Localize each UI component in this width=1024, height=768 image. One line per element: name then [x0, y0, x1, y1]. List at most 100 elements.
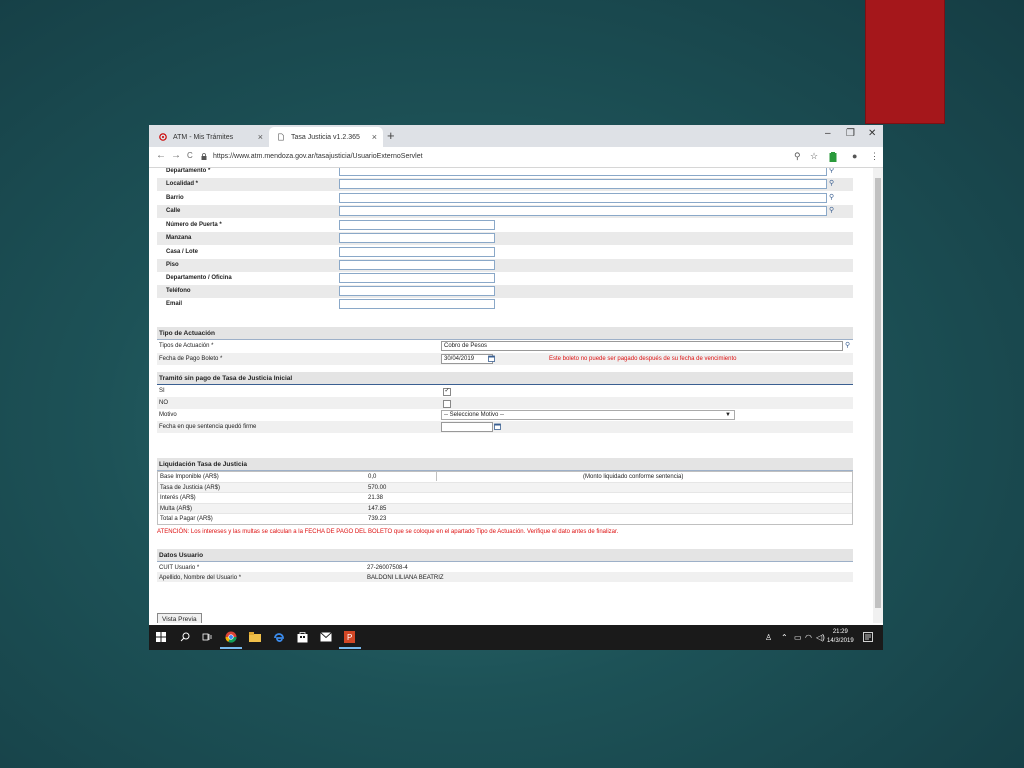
attention-notice: ATENCIÓN: Los intereses y las multas se …	[157, 529, 619, 535]
table-row: Total a Pagar (AR$) 739.23	[158, 514, 852, 524]
wifi-icon[interactable]: ◠	[805, 633, 812, 642]
liq-label: Total a Pagar (AR$)	[160, 516, 213, 522]
notification-icon[interactable]	[863, 632, 873, 642]
taskbar-clock[interactable]: 21:29 14/3/2019	[827, 628, 854, 646]
liq-label: Multa (AR$)	[160, 505, 193, 512]
field-label: Departamento *	[166, 168, 211, 174]
chevron-up-icon[interactable]: ⌃	[781, 633, 788, 642]
mail-icon[interactable]	[320, 632, 332, 642]
people-icon[interactable]: ♙	[765, 633, 772, 642]
departamento-input[interactable]	[339, 168, 827, 176]
file-explorer-icon[interactable]	[249, 632, 261, 642]
calendar-icon[interactable]	[494, 423, 501, 430]
search-icon[interactable]	[180, 632, 190, 642]
tab-close-icon[interactable]: ×	[372, 132, 377, 142]
windows-icon[interactable]	[156, 632, 166, 642]
menu-icon[interactable]: ⋮	[870, 151, 879, 162]
localidad-input[interactable]	[339, 179, 827, 189]
vista-previa-button[interactable]: Vista Previa	[157, 613, 202, 623]
powerpoint-icon[interactable]: P	[344, 631, 355, 643]
field-row-localidad: Localidad * ⚲	[157, 178, 853, 191]
field-row-departamento-oficina: Departamento / Oficina	[157, 272, 853, 285]
telefono-input[interactable]	[339, 286, 495, 296]
reload-button[interactable]: C	[187, 151, 193, 160]
maximize-button[interactable]: ❐	[846, 128, 855, 139]
tab-tasa-justicia[interactable]: Tasa Justicia v1.2.365 ×	[269, 127, 383, 147]
volume-icon[interactable]: ◁)	[816, 633, 825, 642]
email-input[interactable]	[339, 299, 495, 309]
fecha-sentencia-row: Fecha en que sentencia quedó firme	[157, 421, 853, 433]
field-label: Departamento / Oficina	[166, 275, 232, 281]
search-icon[interactable]: ⚲	[829, 206, 834, 214]
extension-icon[interactable]	[829, 152, 837, 162]
address-bar[interactable]: https://www.atm.mendoza.gov.ar/tasajusti…	[201, 149, 811, 164]
table-row: Base Imponible (AR$) 0,0 (Monto liquidad…	[158, 472, 852, 483]
motivo-selected: -- Seleccione Motivo --	[444, 412, 505, 418]
barrio-input[interactable]	[339, 193, 827, 203]
liq-value: 570.00	[368, 484, 387, 491]
minimize-button[interactable]: –	[825, 128, 831, 139]
zoom-icon[interactable]: ⚲	[794, 151, 801, 162]
no-label: NO	[159, 400, 168, 406]
page-scrollbar[interactable]	[873, 168, 883, 623]
back-button[interactable]: ←	[156, 150, 166, 161]
fecha-pago-label: Fecha de Pago Boleto *	[159, 356, 223, 362]
browser-toolbar: ← → C https://www.atm.mendoza.gov.ar/tas…	[149, 147, 883, 168]
calendar-icon[interactable]	[488, 355, 495, 362]
manzana-input[interactable]	[339, 233, 495, 243]
no-checkbox[interactable]	[443, 400, 451, 408]
numero-puerta-input[interactable]	[339, 220, 495, 230]
chrome-icon[interactable]	[225, 631, 237, 643]
field-row-telefono: Teléfono	[157, 285, 853, 298]
motivo-select[interactable]: -- Seleccione Motivo -- ▼	[441, 410, 735, 420]
fecha-sentencia-input[interactable]	[441, 422, 493, 432]
table-row: Tasa de Justicia (AR$) 570.00	[158, 482, 852, 493]
url-text: https://www.atm.mendoza.gov.ar/tasajusti…	[213, 153, 423, 160]
liquidacion-table: Base Imponible (AR$) 0,0 (Monto liquidad…	[157, 471, 853, 525]
field-label: Casa / Lote	[166, 249, 199, 255]
calle-input[interactable]	[339, 206, 827, 216]
close-window-button[interactable]: ✕	[868, 128, 876, 139]
field-row-casa-lote: Casa / Lote	[157, 246, 853, 259]
si-checkbox[interactable]: ✓	[443, 388, 451, 396]
search-icon[interactable]: ⚲	[829, 193, 834, 201]
field-label: Teléfono	[166, 288, 191, 294]
bookmark-star-icon[interactable]: ☆	[810, 151, 818, 162]
casa-lote-input[interactable]	[339, 247, 495, 257]
battery-icon[interactable]: ▭	[794, 633, 802, 642]
departamento-oficina-input[interactable]	[339, 273, 495, 283]
store-icon[interactable]	[297, 631, 308, 643]
task-view-icon[interactable]	[202, 632, 212, 642]
tab-atm[interactable]: ATM - Mis Trámites ×	[151, 127, 269, 147]
clock-time: 21:29	[832, 629, 848, 635]
scrollbar-thumb[interactable]	[875, 178, 881, 608]
section-header-tramito: Tramitó sin pago de Tasa de Justicia Ini…	[157, 372, 853, 385]
tipos-actuacion-row: Tipos de Actuación * Cobro de Pesos ⚲	[157, 340, 853, 352]
profile-icon[interactable]: ●	[852, 151, 857, 161]
field-row-piso: Piso	[157, 259, 853, 272]
cuit-value: 27-26007508-4	[367, 565, 408, 571]
lock-icon	[201, 153, 207, 160]
si-row: SI ✓	[157, 385, 853, 397]
field-label: Calle	[166, 208, 181, 214]
search-icon[interactable]: ⚲	[845, 341, 850, 349]
liq-value: 739.23	[368, 516, 387, 522]
section-title: Liquidación Tasa de Justicia	[159, 461, 248, 468]
section-title: Datos Usuario	[159, 552, 204, 559]
fecha-pago-input[interactable]: 30/04/2019	[441, 354, 493, 364]
browser-window: ATM - Mis Trámites × Tasa Justicia v1.2.…	[149, 125, 883, 650]
tipos-actuacion-input[interactable]: Cobro de Pesos	[441, 341, 843, 351]
piso-input[interactable]	[339, 260, 495, 270]
edge-icon[interactable]	[273, 631, 285, 643]
liq-value: 0,0	[368, 474, 377, 480]
field-label: Piso	[166, 262, 179, 268]
new-tab-button[interactable]: +	[387, 128, 395, 143]
search-icon[interactable]: ⚲	[829, 179, 834, 187]
search-icon[interactable]: ⚲	[829, 168, 834, 174]
forward-button[interactable]: →	[171, 150, 181, 161]
page-content: Departamento * ⚲ Localidad * ⚲ Barrio ⚲ …	[149, 168, 869, 623]
field-row-calle: Calle ⚲	[157, 205, 853, 218]
nombre-label: Apellido, Nombre del Usuario *	[159, 575, 242, 581]
tab-close-icon[interactable]: ×	[258, 132, 263, 142]
field-label: Barrio	[166, 195, 184, 201]
